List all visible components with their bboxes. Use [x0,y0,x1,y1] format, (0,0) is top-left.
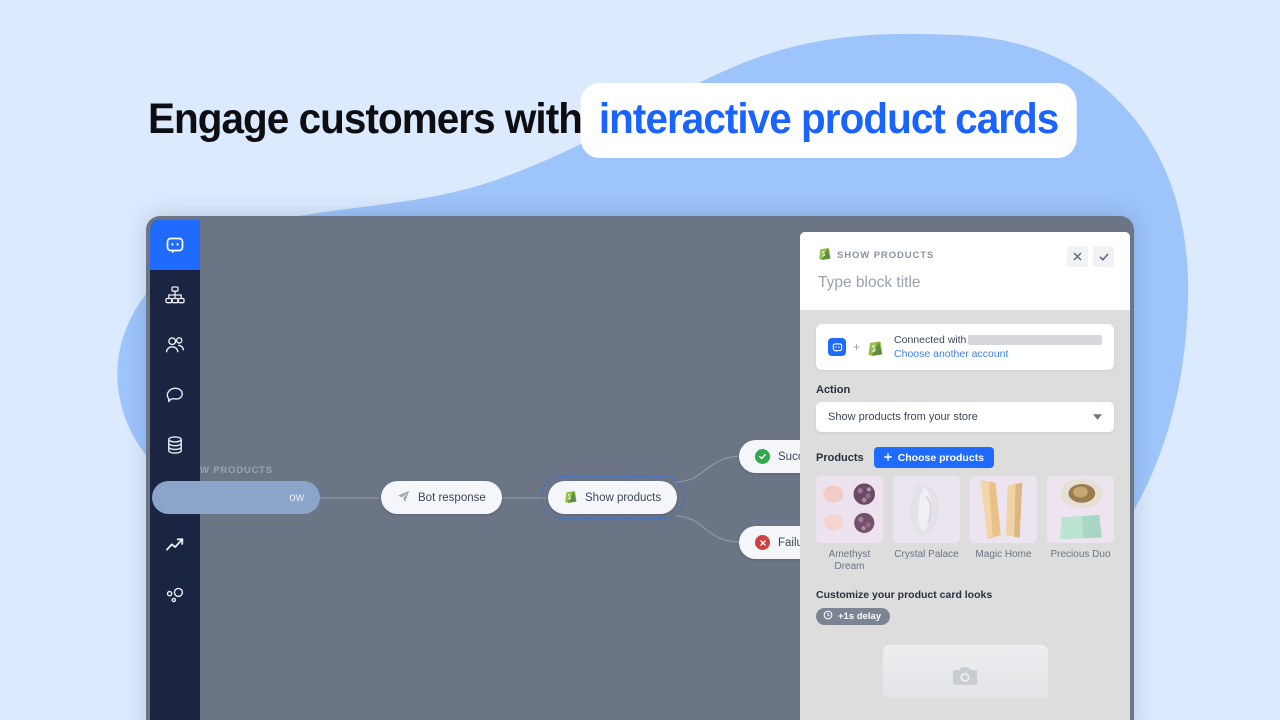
panel-kicker: SHOW PRODUCTS [837,250,935,261]
plus-separator: + [853,340,861,354]
sidebar-item-analytics[interactable] [150,520,200,570]
chevron-down-icon [1093,411,1102,423]
panel-body: + Connected with Choose another account … [800,310,1130,697]
app-window: W PRODUCTS ow Bot response Show products… [146,216,1134,720]
sidebar-item-contacts[interactable] [150,320,200,370]
shopify-icon [564,489,577,506]
product-card[interactable]: Crystal Palace [893,476,960,573]
choose-another-account-link[interactable]: Choose another account [894,348,1102,360]
connected-with-label: Connected with [894,334,967,346]
sidebar-item-automation[interactable] [150,270,200,320]
choose-products-button[interactable]: Choose products [873,447,995,468]
choose-products-label: Choose products [897,451,985,464]
sidebar-item-integrations[interactable] [150,570,200,620]
products-row: Products Choose products [816,447,1114,468]
node-bot-response[interactable]: Bot response [381,481,502,514]
action-label: Action [816,384,851,396]
shopify-icon [818,246,831,265]
product-name: Magic Home [975,549,1032,560]
x-circle-icon [755,535,770,550]
panel-header: SHOW PRODUCTS Type block title [800,232,1130,310]
close-button[interactable] [1067,246,1088,267]
products-label: Products [816,451,864,464]
clock-icon [823,610,833,623]
product-card[interactable]: Magic Home [970,476,1037,573]
nodes-icon [164,584,186,606]
delay-chip-label: +1s delay [838,611,882,622]
product-thumbnail [970,476,1037,543]
camera-icon [953,666,977,691]
chat-bubble-icon [165,235,185,255]
node-bot-response-label: Bot response [418,491,486,504]
product-grid: Amethyst Dream Crystal Palace Magic Home… [816,476,1114,573]
sidebar [150,220,200,720]
check-circle-icon [755,449,770,464]
action-select[interactable]: Show products from your store [816,402,1114,432]
people-icon [164,334,186,356]
product-thumbnail [816,476,883,543]
action-select-value: Show products from your store [828,411,978,423]
panel-header-actions [1067,246,1114,267]
headline-accent: interactive product cards [585,89,1072,152]
livechat-icon [828,338,846,356]
close-icon [1072,251,1083,262]
page-root: Engage customers with interactive product… [0,0,1280,720]
check-icon [1098,251,1110,263]
database-icon [164,434,186,456]
delay-chip[interactable]: +1s delay [816,608,891,625]
speech-cloud-icon [164,384,186,406]
send-icon [397,490,410,506]
product-name: Precious Duo [1050,549,1111,560]
node-start[interactable]: ow [152,481,320,514]
sidebar-item-data[interactable] [150,420,200,470]
block-settings-panel: SHOW PRODUCTS Type block title + Connect… [800,232,1130,720]
node-show-products[interactable]: Show products [541,476,685,519]
product-card[interactable]: Amethyst Dream [816,476,883,573]
flow-section-label: W PRODUCTS [200,465,273,476]
sitemap-icon [164,284,186,306]
product-thumbnail [893,476,960,543]
block-title-input[interactable]: Type block title [818,274,1112,292]
product-card-preview [882,645,1048,697]
connection-card: + Connected with Choose another account [816,324,1114,370]
account-name-redacted [968,335,1102,345]
trend-up-icon [164,534,186,556]
node-start-label: ow [289,491,304,504]
product-card[interactable]: Precious Duo [1047,476,1114,573]
confirm-button[interactable] [1093,246,1114,267]
product-name: Crystal Palace [894,549,959,560]
customize-label: Customize your product card looks [816,589,993,601]
sidebar-item-chats[interactable] [150,220,200,270]
headline-plain: Engage customers with [148,95,583,143]
product-thumbnail [1047,476,1114,543]
shopify-icon [867,339,883,356]
sidebar-item-conversations[interactable] [150,370,200,420]
node-show-products-label: Show products [585,491,662,504]
app-window-inner: W PRODUCTS ow Bot response Show products… [146,220,1134,720]
page-title: Engage customers with interactive product… [148,89,1072,152]
product-name: Amethyst Dream [828,549,871,572]
plus-icon [883,452,892,464]
